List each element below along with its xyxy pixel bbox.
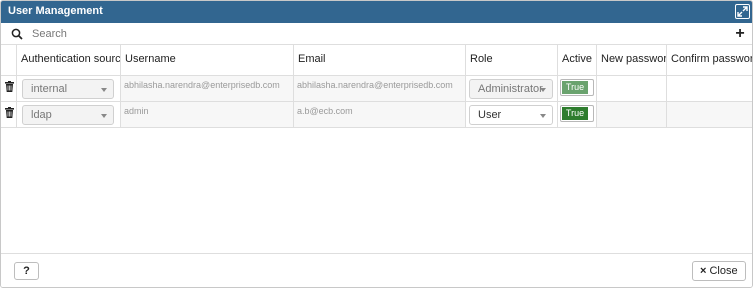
- role-value: Administrator: [478, 83, 543, 95]
- new-password-cell: [597, 102, 667, 127]
- header-auth-source: Authentication source: [17, 45, 121, 75]
- header-confirm-password: Confirm password: [671, 53, 753, 65]
- header-delete-col: [1, 45, 17, 75]
- delete-cell: [1, 76, 17, 101]
- grid-toolbar: +: [1, 23, 752, 45]
- close-icon: ×: [700, 265, 707, 277]
- add-user-button[interactable]: +: [732, 25, 748, 43]
- auth-source-value: ldap: [31, 109, 52, 121]
- confirm-password-cell: [667, 102, 752, 127]
- expand-icon: [737, 6, 748, 17]
- trash-icon[interactable]: [5, 107, 14, 118]
- email-value: abhilasha.narendra@enterprisedb.com: [297, 80, 453, 90]
- header-username: Username: [121, 45, 294, 75]
- chevron-down-icon: [101, 88, 107, 92]
- role-value: User: [478, 109, 502, 121]
- auth-source-value: internal: [31, 83, 68, 95]
- trash-icon[interactable]: [5, 81, 14, 92]
- role-cell: User: [466, 102, 558, 127]
- active-toggle[interactable]: True: [560, 105, 594, 122]
- confirm-password-cell[interactable]: [667, 76, 752, 101]
- chevron-down-icon: [540, 114, 546, 118]
- user-management-dialog: User Management + Authentication source …: [0, 0, 753, 288]
- dialog-titlebar: User Management: [1, 1, 752, 23]
- auth-source-cell: ldap: [17, 102, 121, 127]
- active-cell: True: [558, 76, 597, 101]
- delete-cell: [1, 102, 17, 127]
- chevron-down-icon: [101, 114, 107, 118]
- table-row: ldap admin a.b@ecb.com User True: [1, 102, 752, 128]
- role-select[interactable]: User: [469, 105, 553, 125]
- active-toggle[interactable]: True: [560, 79, 594, 96]
- dialog-footer: ? × Close: [1, 253, 752, 287]
- username-value: abhilasha.narendra@enterprisedb.com: [124, 80, 280, 90]
- username-value: admin: [124, 106, 149, 116]
- table-row: internal abhilasha.narendra@enterprisedb…: [1, 76, 752, 102]
- active-toggle-label: True: [562, 107, 588, 120]
- help-button[interactable]: ?: [14, 262, 39, 280]
- new-password-cell[interactable]: [597, 76, 667, 101]
- search-input[interactable]: [32, 25, 682, 43]
- active-toggle-label: True: [562, 81, 588, 94]
- username-cell: admin: [121, 102, 294, 127]
- auth-source-select[interactable]: internal: [22, 79, 114, 99]
- close-button[interactable]: × Close: [692, 261, 746, 281]
- header-role: Role: [466, 45, 558, 75]
- search-icon: [11, 28, 23, 40]
- email-value: a.b@ecb.com: [297, 106, 353, 116]
- header-new-password: New password: [597, 45, 667, 75]
- role-select[interactable]: Administrator: [469, 79, 553, 99]
- close-label: Close: [709, 265, 738, 277]
- header-active: Active: [558, 45, 597, 75]
- grid-header-row: Authentication source Username Email Rol…: [1, 45, 753, 76]
- maximize-button[interactable]: [735, 4, 750, 19]
- email-cell: abhilasha.narendra@enterprisedb.com: [294, 76, 466, 101]
- active-cell: True: [558, 102, 597, 127]
- auth-source-cell: internal: [17, 76, 121, 101]
- dialog-title: User Management: [8, 5, 103, 17]
- chevron-down-icon: [540, 88, 546, 92]
- auth-source-select[interactable]: ldap: [22, 105, 114, 125]
- role-cell: Administrator: [466, 76, 558, 101]
- header-email: Email: [294, 45, 466, 75]
- email-cell: a.b@ecb.com: [294, 102, 466, 127]
- username-cell: abhilasha.narendra@enterprisedb.com: [121, 76, 294, 101]
